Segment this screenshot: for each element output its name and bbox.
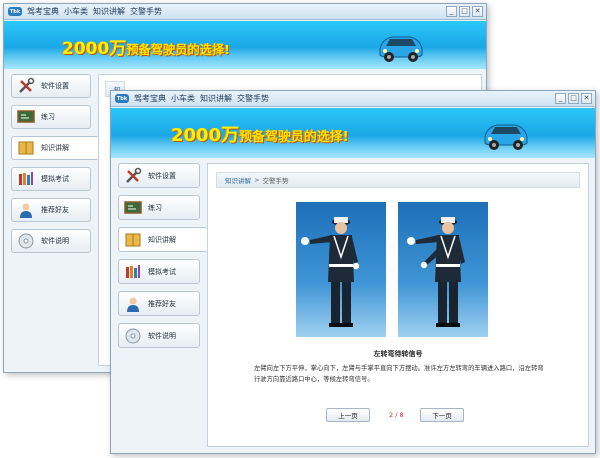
book-icon (124, 231, 142, 249)
blackboard-icon (17, 108, 35, 126)
breadcrumb-separator: > (254, 176, 260, 184)
close-button[interactable]: ✕ (472, 6, 483, 17)
car-logo-icon (484, 124, 528, 150)
cd-icon (124, 327, 142, 345)
page-indicator: 2 / 8 (389, 411, 404, 419)
nav-label: 软件说明 (148, 331, 176, 340)
nav-label: 模拟考试 (148, 267, 176, 276)
nav-label: 练习 (148, 203, 162, 212)
back-nav-knowledge[interactable]: 知识讲解 (11, 136, 99, 160)
back-banner: 2000万预备驾驶员的选择! (4, 21, 486, 69)
nav-label: 知识讲解 (41, 144, 69, 152)
person-icon (124, 295, 142, 313)
app-logo-icon: Tbk (115, 94, 129, 103)
nav-practice[interactable]: 练习 (118, 195, 200, 220)
menu-item-car-type[interactable]: 小车类 (171, 93, 195, 104)
back-nav-recommend[interactable]: 推荐好友 (11, 198, 91, 222)
nav-label: 推荐好友 (41, 206, 69, 214)
police-officer-figure (301, 217, 360, 327)
breadcrumb: 知识讲解 > 交警手势 (216, 172, 580, 188)
nav-label: 软件说明 (41, 237, 69, 245)
menu-item-knowledge[interactable]: 知识讲解 (200, 93, 232, 104)
book-icon (17, 139, 35, 157)
slogan-number: 2000万 (62, 39, 127, 59)
back-sidebar: 软件设置 练习 知识讲解 模拟考试 推荐好友 软件说明 (11, 74, 99, 253)
app-title: 驾考宝典 (134, 94, 166, 103)
person-icon (17, 201, 35, 219)
nav-settings[interactable]: 软件设置 (118, 163, 200, 188)
back-nav-about[interactable]: 软件说明 (11, 229, 91, 253)
nav-label: 软件设置 (148, 171, 176, 180)
maximize-button[interactable]: □ (568, 93, 579, 104)
nav-exam[interactable]: 模拟考试 (118, 259, 200, 284)
front-slogan: 2000万预备驾驶员的选择! (171, 121, 349, 147)
prev-page-button[interactable]: 上一页 (326, 408, 370, 422)
blackboard-icon (124, 199, 142, 217)
front-window-controls: _ □ ✕ (555, 93, 592, 104)
menu-item-gestures[interactable]: 交警手势 (237, 93, 269, 104)
breadcrumb-link[interactable]: 知识讲解 (225, 175, 251, 185)
app-logo-icon: Tbk (8, 7, 22, 16)
maximize-button[interactable]: □ (459, 6, 470, 17)
slogan-text: 预备驾驶员的选择! (239, 130, 349, 145)
police-officer-figure (407, 217, 465, 327)
gesture-photo-1 (296, 202, 386, 337)
front-sidebar: 软件设置 练习 知识讲解 模拟考试 推荐好友 软件说明 (118, 163, 208, 348)
exam-icon (17, 170, 35, 188)
nav-about[interactable]: 软件说明 (118, 323, 200, 348)
nav-label: 软件设置 (41, 82, 69, 90)
menu-item-car-type[interactable]: 小车类 (64, 6, 88, 17)
menu-item-knowledge[interactable]: 知识讲解 (93, 6, 125, 17)
gesture-caption: 左转弯待转信号 (373, 350, 423, 358)
nav-knowledge[interactable]: 知识讲解 (118, 227, 208, 252)
back-window-controls: _ □ ✕ (446, 6, 483, 17)
back-titlebar: Tbk 驾考宝典 小车类 知识讲解 交警手势 _ □ ✕ (4, 4, 486, 20)
gesture-photo-2 (398, 202, 488, 337)
nav-label: 练习 (41, 113, 55, 121)
minimize-button[interactable]: _ (555, 93, 566, 104)
content-panel: 知识讲解 > 交警手势 左转弯待转信号 左臂向左下方平伸，掌心向下，左臂与手掌平… (207, 163, 589, 447)
close-button[interactable]: ✕ (581, 93, 592, 104)
app-title: 驾考宝典 (27, 7, 59, 16)
nav-label: 模拟考试 (41, 175, 69, 183)
tools-icon (124, 167, 142, 185)
back-nav-settings[interactable]: 软件设置 (11, 74, 91, 98)
menu-item-gestures[interactable]: 交警手势 (130, 6, 162, 17)
cd-icon (17, 232, 35, 250)
front-window: Tbk 驾考宝典 小车类 知识讲解 交警手势 _ □ ✕ 2000万预备驾驶员的… (110, 90, 596, 454)
back-nav-exam[interactable]: 模拟考试 (11, 167, 91, 191)
slogan-text: 预备驾驶员的选择! (126, 43, 230, 57)
car-logo-icon (379, 36, 423, 62)
breadcrumb-current: 交警手势 (262, 177, 289, 185)
next-page-button[interactable]: 下一页 (420, 408, 464, 422)
front-titlebar: Tbk 驾考宝典 小车类 知识讲解 交警手势 _ □ ✕ (111, 91, 595, 107)
back-nav-practice[interactable]: 练习 (11, 105, 91, 129)
slogan-number: 2000万 (171, 125, 240, 146)
back-slogan: 2000万预备驾驶员的选择! (62, 34, 230, 59)
nav-recommend[interactable]: 推荐好友 (118, 291, 200, 316)
nav-label: 推荐好友 (148, 299, 176, 308)
front-banner: 2000万预备驾驶员的选择! (111, 108, 595, 158)
nav-label: 知识讲解 (148, 235, 176, 244)
minimize-button[interactable]: _ (446, 6, 457, 17)
tools-icon (17, 77, 35, 95)
gesture-description: 左臂向左下方平伸，掌心向下，左臂与手掌平直向下方摆动。准许左方左转弯的车辆进入路… (254, 365, 544, 383)
exam-icon (124, 263, 142, 281)
